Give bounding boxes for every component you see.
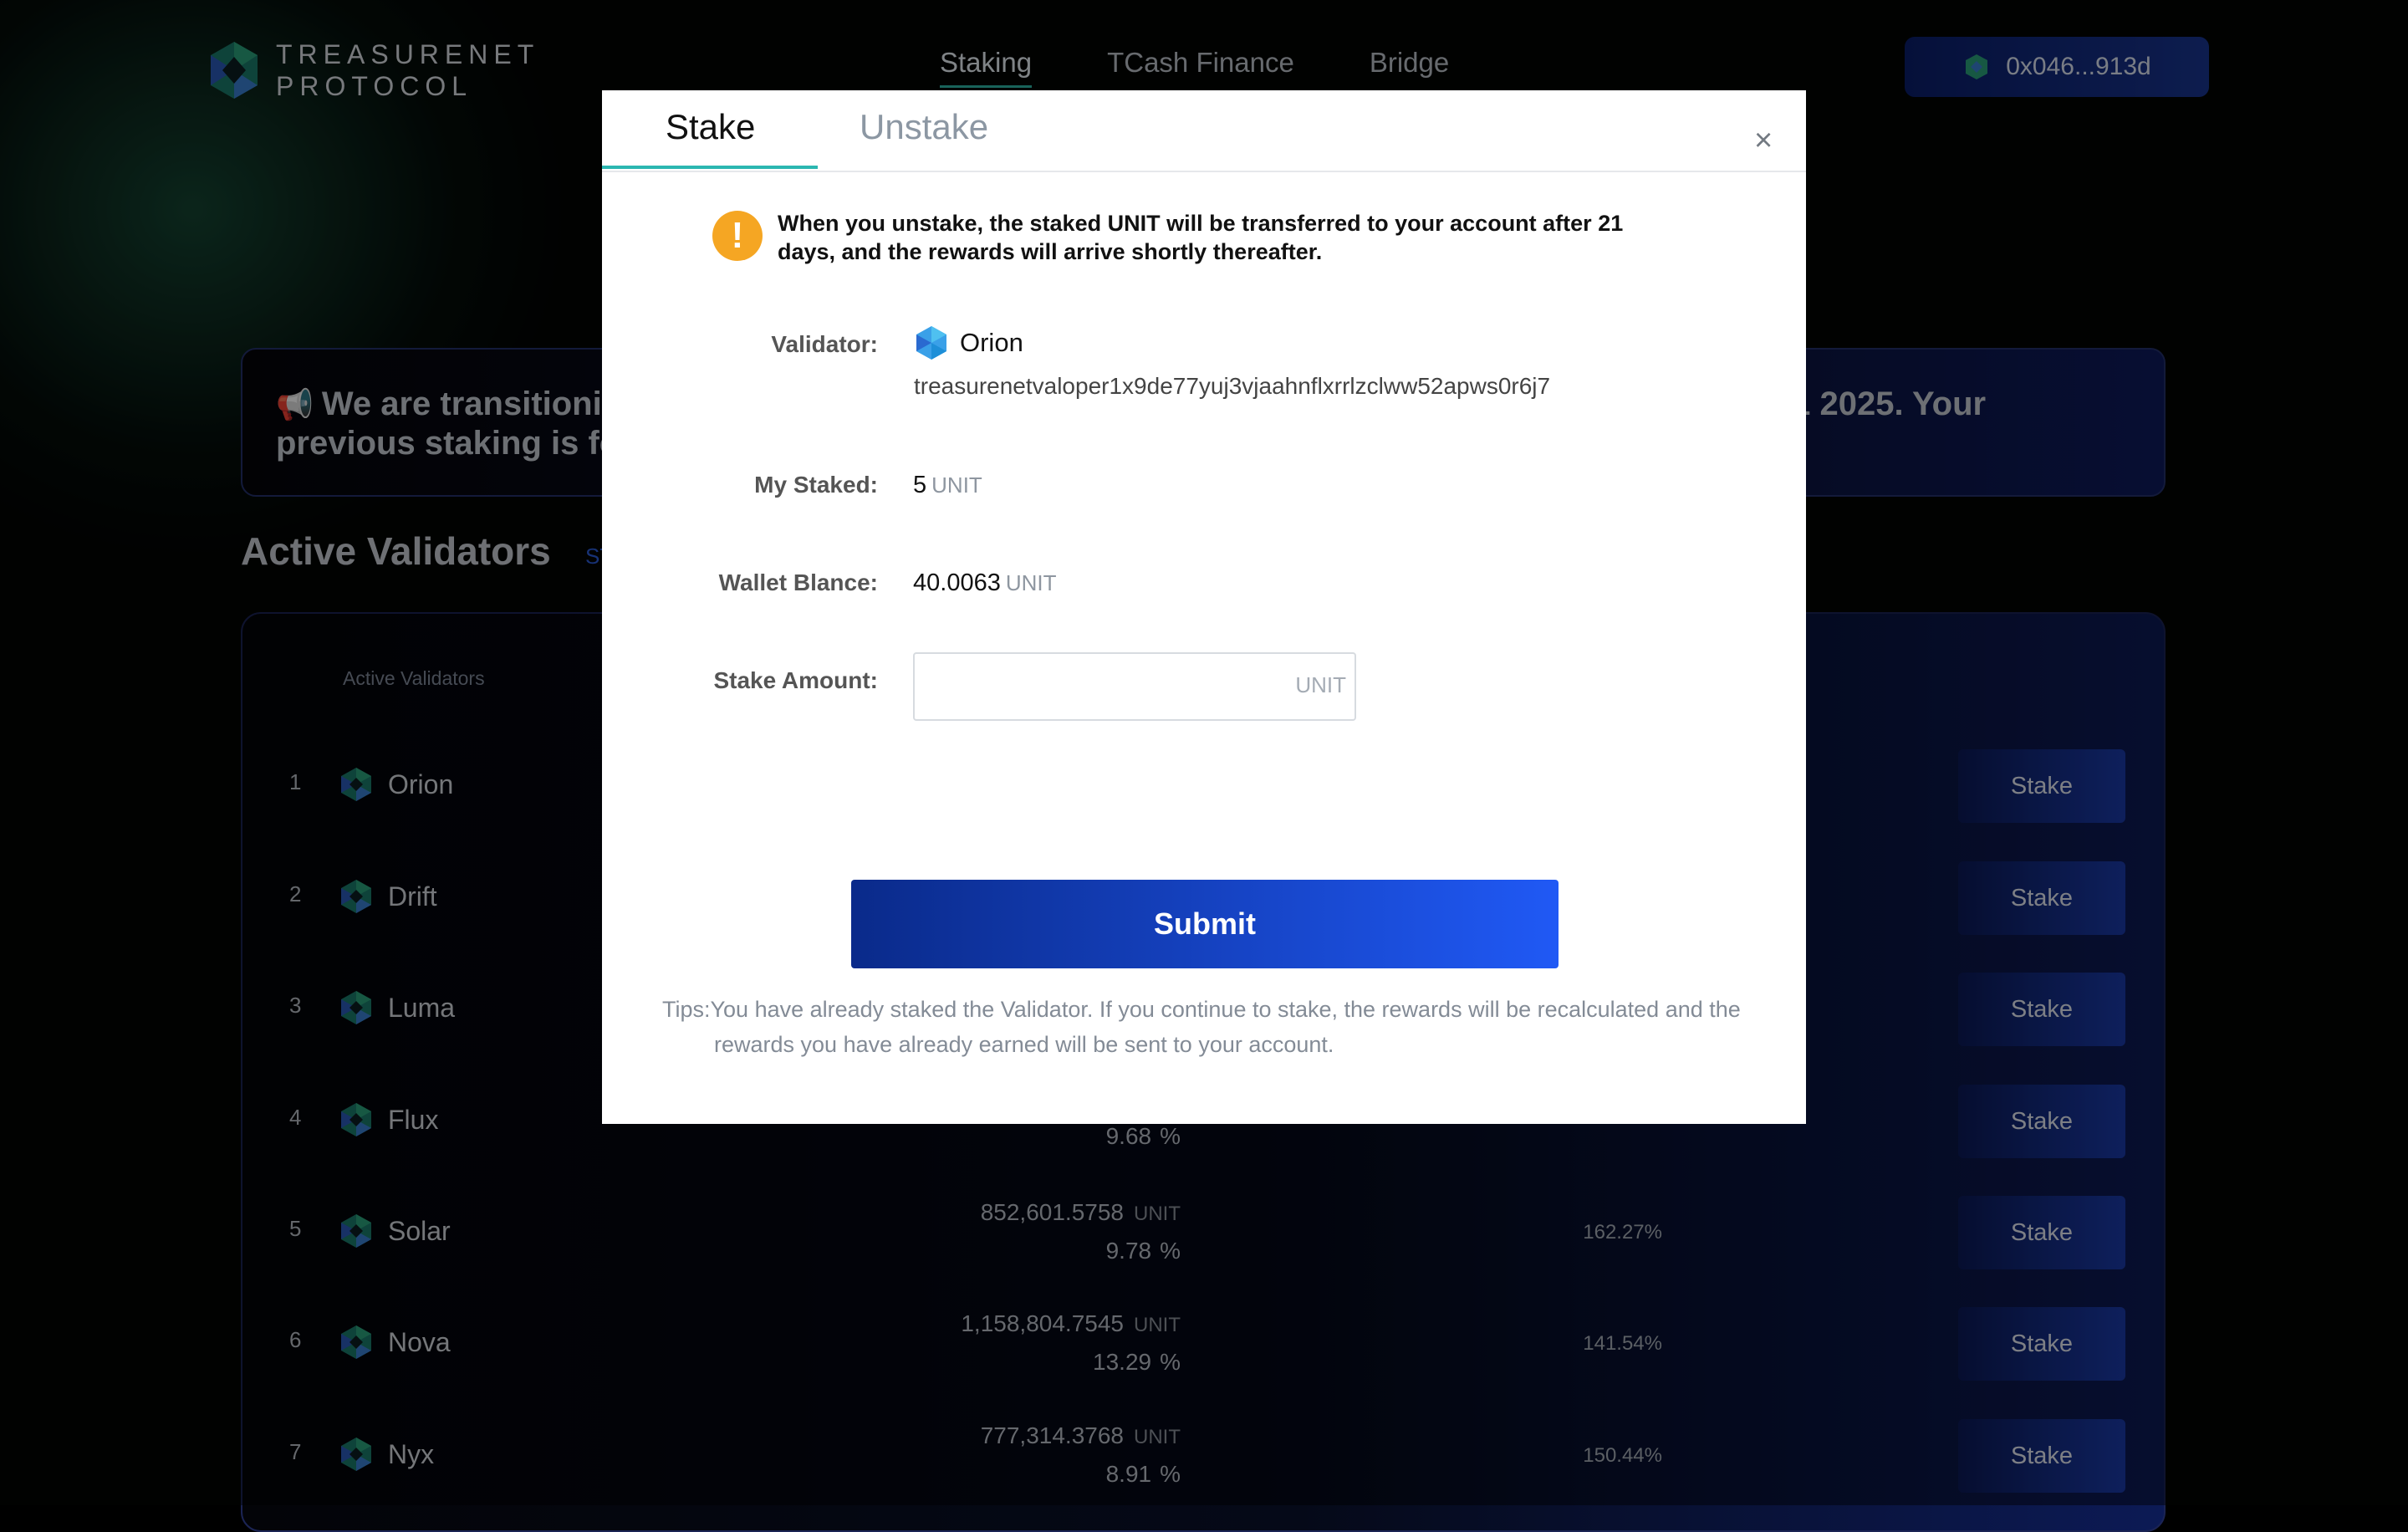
stake-modal: Stake Unstake × ! When you unstake, the … <box>602 90 1806 1124</box>
tips-text: Tips:You have already staked the Validat… <box>662 997 1741 1057</box>
tab-unstake[interactable]: Unstake <box>860 107 988 147</box>
validator-label: Validator: <box>771 331 878 357</box>
modal-tabs: Stake Unstake × <box>602 90 1806 172</box>
warning-icon: ! <box>712 211 763 261</box>
close-icon[interactable]: × <box>1754 124 1773 157</box>
my-staked-unit: UNIT <box>931 472 982 498</box>
my-staked-value-row: 5 UNIT <box>913 472 982 499</box>
warning-message: When you unstake, the staked UNIT will b… <box>778 211 1624 264</box>
stake-amount-label: Stake Amount: <box>713 667 878 693</box>
validator-name: Orion <box>960 328 1023 357</box>
my-staked-label: My Staked: <box>754 472 878 498</box>
wallet-balance-unit: UNIT <box>1005 570 1057 595</box>
validator-name-row: Orion <box>913 324 1023 361</box>
stake-amount-field[interactable]: UNIT <box>913 652 1356 721</box>
wallet-balance-row: 40.0063 UNIT <box>913 569 1057 597</box>
wallet-balance-label: Wallet Blance: <box>718 569 878 595</box>
validator-avatar-icon <box>916 326 946 360</box>
stake-amount-unit: UNIT <box>1295 672 1346 697</box>
stake-amount-input[interactable] <box>915 654 1289 721</box>
tab-stake[interactable]: Stake <box>666 107 755 147</box>
my-staked-value: 5 <box>913 472 927 498</box>
validator-address: treasurenetvaloper1x9de77yuj3vjaahnflxrr… <box>914 373 1551 399</box>
wallet-balance-value: 40.0063 <box>913 569 1001 596</box>
active-tab-indicator <box>602 166 818 169</box>
submit-button[interactable]: Submit <box>851 880 1559 968</box>
